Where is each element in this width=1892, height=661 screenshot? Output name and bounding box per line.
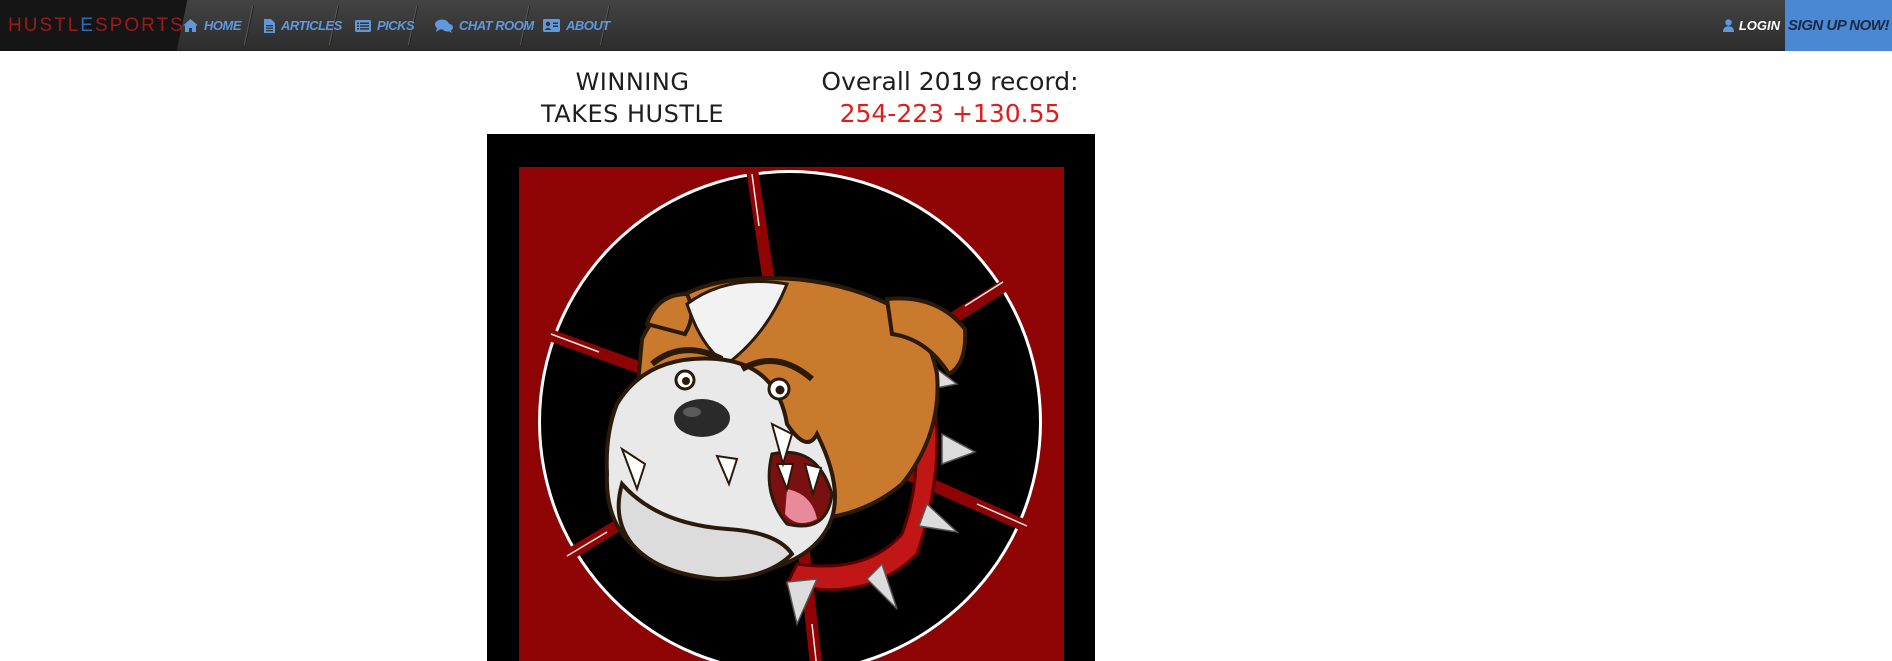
season-record: Overall 2019 record: 254-223 +130.55 xyxy=(800,66,1100,130)
sign-up-label: Sign Up Now! xyxy=(1788,17,1889,34)
nav-item-articles[interactable]: Articles xyxy=(264,0,342,51)
brand-logo[interactable]: HUSTL E SPORTS xyxy=(0,0,183,51)
tagline-line-2: TAKES HUSTLE xyxy=(540,100,725,128)
tagline-line-1: WINNING xyxy=(575,68,690,96)
home-icon xyxy=(183,19,198,32)
nav-item-chat-room-label: Chat Room xyxy=(459,18,534,33)
tagline: WINNING TAKES HUSTLE xyxy=(520,66,745,130)
nav-item-home-label: Home xyxy=(204,18,242,33)
sign-up-button[interactable]: Sign Up Now! xyxy=(1785,0,1892,51)
nav-item-articles-label: Articles xyxy=(281,18,342,33)
top-navbar: HUSTL E SPORTS Home Articles Picks Chat Ro… xyxy=(0,0,1892,51)
record-label: Overall 2019 record: xyxy=(821,67,1079,96)
record-value: 254-223 +130.55 xyxy=(839,99,1061,128)
nav-item-picks-label: Picks xyxy=(377,18,415,33)
bulldog-logo-graphic xyxy=(519,167,1064,661)
nav-item-about[interactable]: About xyxy=(543,0,610,51)
bulldog-mascot-logo xyxy=(487,134,1095,661)
login-link[interactable]: Login xyxy=(1722,0,1780,51)
brand-text-part3: SPORTS xyxy=(94,14,185,36)
login-label: Login xyxy=(1738,18,1780,33)
nav-item-home[interactable]: Home xyxy=(183,0,242,51)
nav-divider xyxy=(243,6,254,45)
brand-text-part2: E xyxy=(80,14,95,36)
nav-item-picks[interactable]: Picks xyxy=(355,0,415,51)
file-icon xyxy=(264,18,275,33)
comments-icon xyxy=(435,19,453,33)
id-card-icon xyxy=(543,19,560,32)
nav-item-chat-room[interactable]: Chat Room xyxy=(435,0,534,51)
brand-text-part1: HUSTL xyxy=(8,14,81,36)
user-icon xyxy=(1722,19,1734,32)
list-icon xyxy=(355,19,371,32)
nav-item-about-label: About xyxy=(566,18,610,33)
